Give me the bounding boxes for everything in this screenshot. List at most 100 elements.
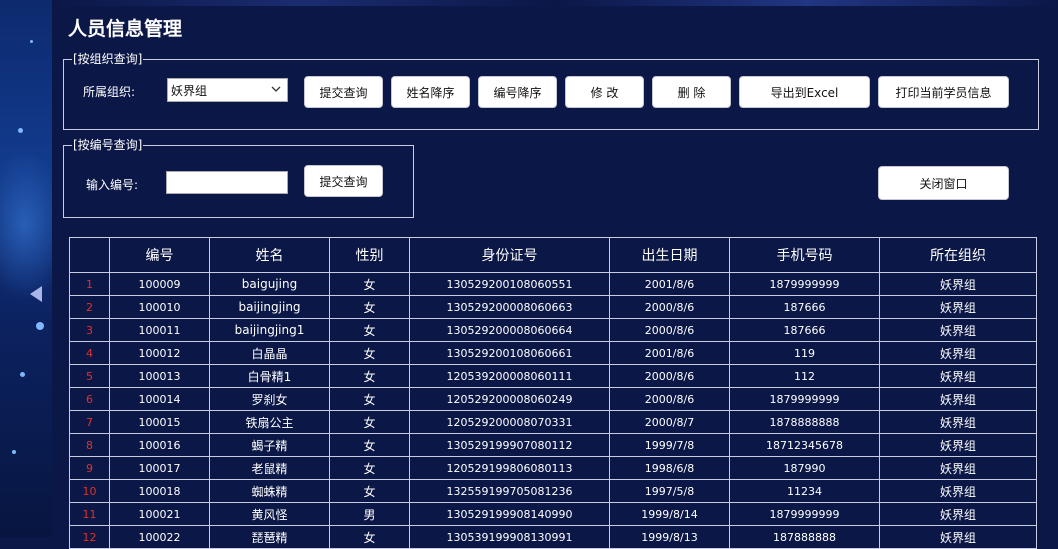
cell-birth[interactable]: 2001/8/6 xyxy=(609,272,730,296)
cell-org[interactable]: 妖界组 xyxy=(879,525,1037,549)
cell-id[interactable]: 100013 xyxy=(109,364,210,388)
cell-birth[interactable]: 1998/6/8 xyxy=(609,456,730,480)
table-row[interactable]: 3 100011 baijingjing1 女 130529200008060664 20… xyxy=(69,318,1037,342)
sort-id-desc-button[interactable]: 编号降序 xyxy=(478,76,557,108)
cell-name[interactable]: 罗刹女 xyxy=(209,387,330,411)
cell-name[interactable]: 琵琶精 xyxy=(209,525,330,549)
cell-idcard[interactable]: 130529199908140990 xyxy=(409,502,610,526)
sort-name-desc-button[interactable]: 姓名降序 xyxy=(391,76,470,108)
row-number[interactable]: 7 xyxy=(69,410,110,434)
submit-query-button[interactable]: 提交查询 xyxy=(304,76,383,108)
cell-id[interactable]: 100014 xyxy=(109,387,210,411)
cell-org[interactable]: 妖界组 xyxy=(879,502,1037,526)
cell-idcard[interactable]: 120529199806080113 xyxy=(409,456,610,480)
cell-phone[interactable]: 119 xyxy=(729,341,880,365)
cell-gender[interactable]: 女 xyxy=(329,433,410,457)
cell-name[interactable]: 黄风怪 xyxy=(209,502,330,526)
row-number[interactable]: 1 xyxy=(69,272,110,296)
cell-name[interactable]: 蝎子精 xyxy=(209,433,330,457)
cell-idcard[interactable]: 130529200108060551 xyxy=(409,272,610,296)
cell-id[interactable]: 100009 xyxy=(109,272,210,296)
cell-gender[interactable]: 女 xyxy=(329,295,410,319)
cell-name[interactable]: baigujing xyxy=(209,272,330,296)
cell-org[interactable]: 妖界组 xyxy=(879,318,1037,342)
cell-org[interactable]: 妖界组 xyxy=(879,479,1037,503)
cell-gender[interactable]: 女 xyxy=(329,387,410,411)
cell-birth[interactable]: 2000/8/6 xyxy=(609,364,730,388)
row-number[interactable]: 3 xyxy=(69,318,110,342)
cell-birth[interactable]: 2000/8/6 xyxy=(609,318,730,342)
cell-org[interactable]: 妖界组 xyxy=(879,433,1037,457)
cell-phone[interactable]: 187888888 xyxy=(729,525,880,549)
cell-phone[interactable]: 187990 xyxy=(729,456,880,480)
table-row[interactable]: 2 100010 baijingjing 女 130529200008060663 200… xyxy=(69,295,1037,319)
cell-idcard[interactable]: 130529200108060661 xyxy=(409,341,610,365)
cell-phone[interactable]: 1878888888 xyxy=(729,410,880,434)
cell-idcard[interactable]: 120539200008060111 xyxy=(409,364,610,388)
cell-id[interactable]: 100017 xyxy=(109,456,210,480)
cell-gender[interactable]: 女 xyxy=(329,364,410,388)
cell-idcard[interactable]: 120529200008070331 xyxy=(409,410,610,434)
cell-gender[interactable]: 女 xyxy=(329,479,410,503)
cell-id[interactable]: 100011 xyxy=(109,318,210,342)
table-row[interactable]: 1 100009 baigujing 女 130529200108060551 2001/… xyxy=(69,272,1037,296)
cell-name[interactable]: 白骨精1 xyxy=(209,364,330,388)
column-header-phone[interactable]: 手机号码 xyxy=(729,237,880,273)
close-window-button[interactable]: 关闭窗口 xyxy=(878,166,1009,200)
cell-name[interactable]: baijingjing1 xyxy=(209,318,330,342)
export-excel-button[interactable]: 导出到Excel xyxy=(739,76,870,108)
table-row[interactable]: 5 100013 白骨精1 女 120539200008060111 2000/8/6 11… xyxy=(69,364,1037,388)
row-number[interactable]: 6 xyxy=(69,387,110,411)
column-header-idcard[interactable]: 身份证号 xyxy=(409,237,610,273)
cell-gender[interactable]: 男 xyxy=(329,502,410,526)
table-row[interactable]: 6 100014 罗刹女女 120529200008060249 2000/8/6 187… xyxy=(69,387,1037,411)
cell-gender[interactable]: 女 xyxy=(329,318,410,342)
cell-name[interactable]: 蜘蛛精 xyxy=(209,479,330,503)
cell-gender[interactable]: 女 xyxy=(329,272,410,296)
cell-phone[interactable]: 187666 xyxy=(729,318,880,342)
collapse-arrow-icon[interactable] xyxy=(30,286,42,302)
cell-phone[interactable]: 112 xyxy=(729,364,880,388)
row-number[interactable]: 8 xyxy=(69,433,110,457)
cell-org[interactable]: 妖界组 xyxy=(879,410,1037,434)
cell-id[interactable]: 100016 xyxy=(109,433,210,457)
cell-phone[interactable]: 18712345678 xyxy=(729,433,880,457)
row-number[interactable]: 10 xyxy=(69,479,110,503)
table-row[interactable]: 8 100016 蝎子精女 130529199907080112 1999/7/8 187… xyxy=(69,433,1037,457)
cell-org[interactable]: 妖界组 xyxy=(879,364,1037,388)
cell-birth[interactable]: 1999/8/14 xyxy=(609,502,730,526)
cell-birth[interactable]: 2000/8/6 xyxy=(609,295,730,319)
row-number[interactable]: 9 xyxy=(69,456,110,480)
column-header-org[interactable]: 所在组织 xyxy=(879,237,1037,273)
cell-org[interactable]: 妖界组 xyxy=(879,295,1037,319)
table-row[interactable]: 9 100017 老鼠精女 120529199806080113 1998/6/8 187… xyxy=(69,456,1037,480)
delete-button[interactable]: 删 除 xyxy=(652,76,731,108)
table-row[interactable]: 11 100021 黄风怪男 130529199908140990 1999/8/14 1… xyxy=(69,502,1037,526)
cell-birth[interactable]: 1999/8/13 xyxy=(609,525,730,549)
cell-org[interactable]: 妖界组 xyxy=(879,387,1037,411)
cell-org[interactable]: 妖界组 xyxy=(879,456,1037,480)
cell-birth[interactable]: 2000/8/6 xyxy=(609,387,730,411)
cell-id[interactable]: 100021 xyxy=(109,502,210,526)
cell-phone[interactable]: 1879999999 xyxy=(729,502,880,526)
table-row[interactable]: 4 100012 白晶晶女 130529200108060661 2001/8/6 119… xyxy=(69,341,1037,365)
cell-idcard[interactable]: 130539199908130991 xyxy=(409,525,610,549)
cell-gender[interactable]: 女 xyxy=(329,456,410,480)
cell-phone[interactable]: 11234 xyxy=(729,479,880,503)
cell-idcard[interactable]: 120529200008060249 xyxy=(409,387,610,411)
cell-name[interactable]: 老鼠精 xyxy=(209,456,330,480)
table-row[interactable]: 12 100022 琵琶精女 130539199908130991 1999/8/13 1… xyxy=(69,525,1037,549)
org-select[interactable]: 妖界组 xyxy=(167,78,288,102)
cell-org[interactable]: 妖界组 xyxy=(879,341,1037,365)
column-header-id[interactable]: 编号 xyxy=(109,237,210,273)
cell-birth[interactable]: 1997/5/8 xyxy=(609,479,730,503)
cell-idcard[interactable]: 130529200008060663 xyxy=(409,295,610,319)
cell-birth[interactable]: 1999/7/8 xyxy=(609,433,730,457)
cell-gender[interactable]: 女 xyxy=(329,525,410,549)
cell-id[interactable]: 100012 xyxy=(109,341,210,365)
row-number[interactable]: 12 xyxy=(69,525,110,549)
row-number[interactable]: 5 xyxy=(69,364,110,388)
cell-id[interactable]: 100015 xyxy=(109,410,210,434)
id-input[interactable] xyxy=(166,171,288,194)
cell-phone[interactable]: 187666 xyxy=(729,295,880,319)
